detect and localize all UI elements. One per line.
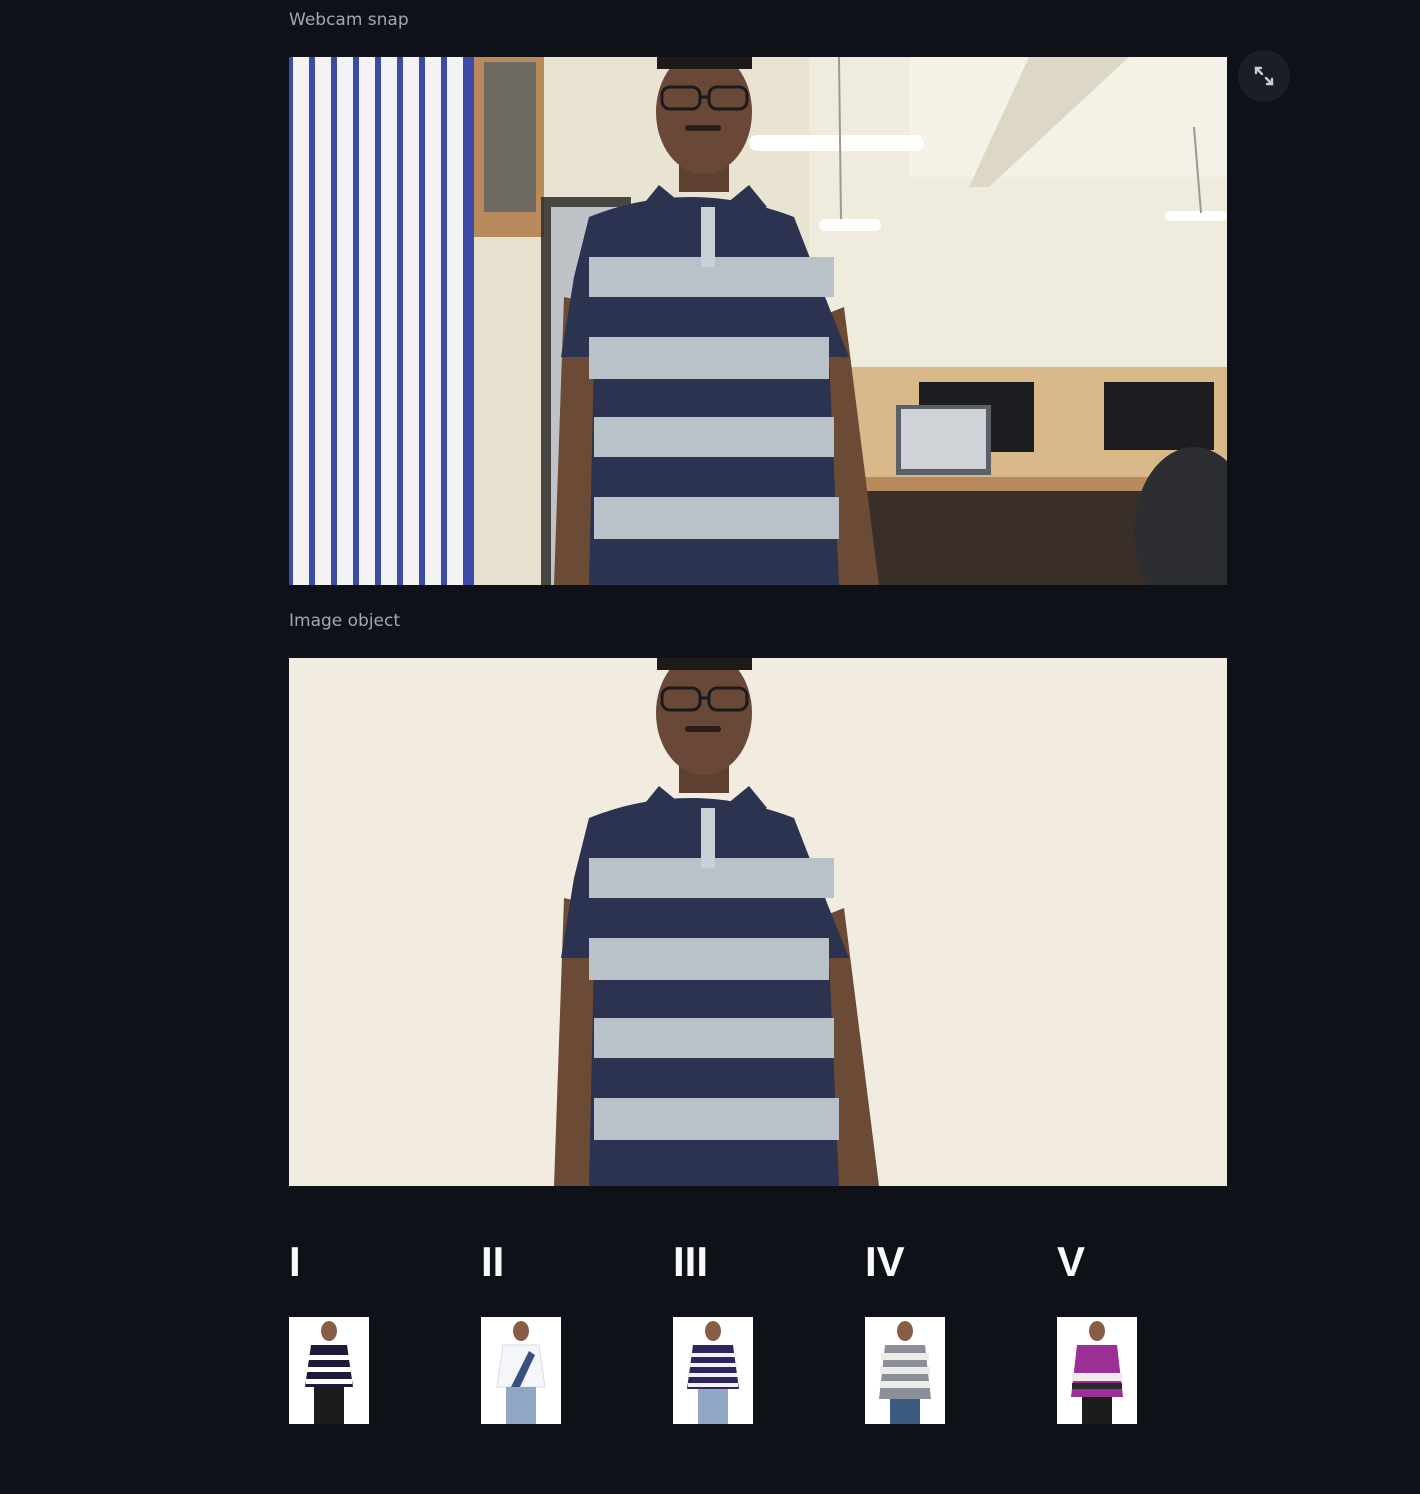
recommendation-thumbnail[interactable]: [865, 1317, 945, 1424]
recommendation-heading: V: [1057, 1238, 1086, 1285]
webcam-image: [289, 57, 1227, 585]
recommendation-column-5: V: [1057, 1236, 1197, 1424]
recommendation-thumbnail[interactable]: [481, 1317, 561, 1424]
image-object-caption: Image object: [289, 611, 401, 631]
recommendation-column-4: IV: [865, 1236, 1005, 1424]
recommendation-thumbnail[interactable]: [289, 1317, 369, 1424]
recommendation-heading: II: [481, 1238, 505, 1285]
recommendation-column-3: III: [673, 1236, 813, 1424]
recommendation-heading: IV: [865, 1238, 905, 1285]
recommendation-heading: III: [673, 1238, 709, 1285]
webcam-caption: Webcam snap: [289, 10, 409, 30]
recommendation-thumbnail[interactable]: [1057, 1317, 1137, 1424]
recommendation-column-2: II: [481, 1236, 621, 1424]
recommendation-column-1: I: [289, 1236, 429, 1424]
fullscreen-button[interactable]: [1238, 50, 1290, 102]
recommendation-heading: I: [289, 1238, 301, 1285]
app-main: Webcam snap Image object I II III IV V: [0, 0, 1420, 1494]
segmented-image: [289, 658, 1227, 1186]
expand-arrows-icon: [1254, 66, 1274, 86]
recommendation-thumbnail[interactable]: [673, 1317, 753, 1424]
